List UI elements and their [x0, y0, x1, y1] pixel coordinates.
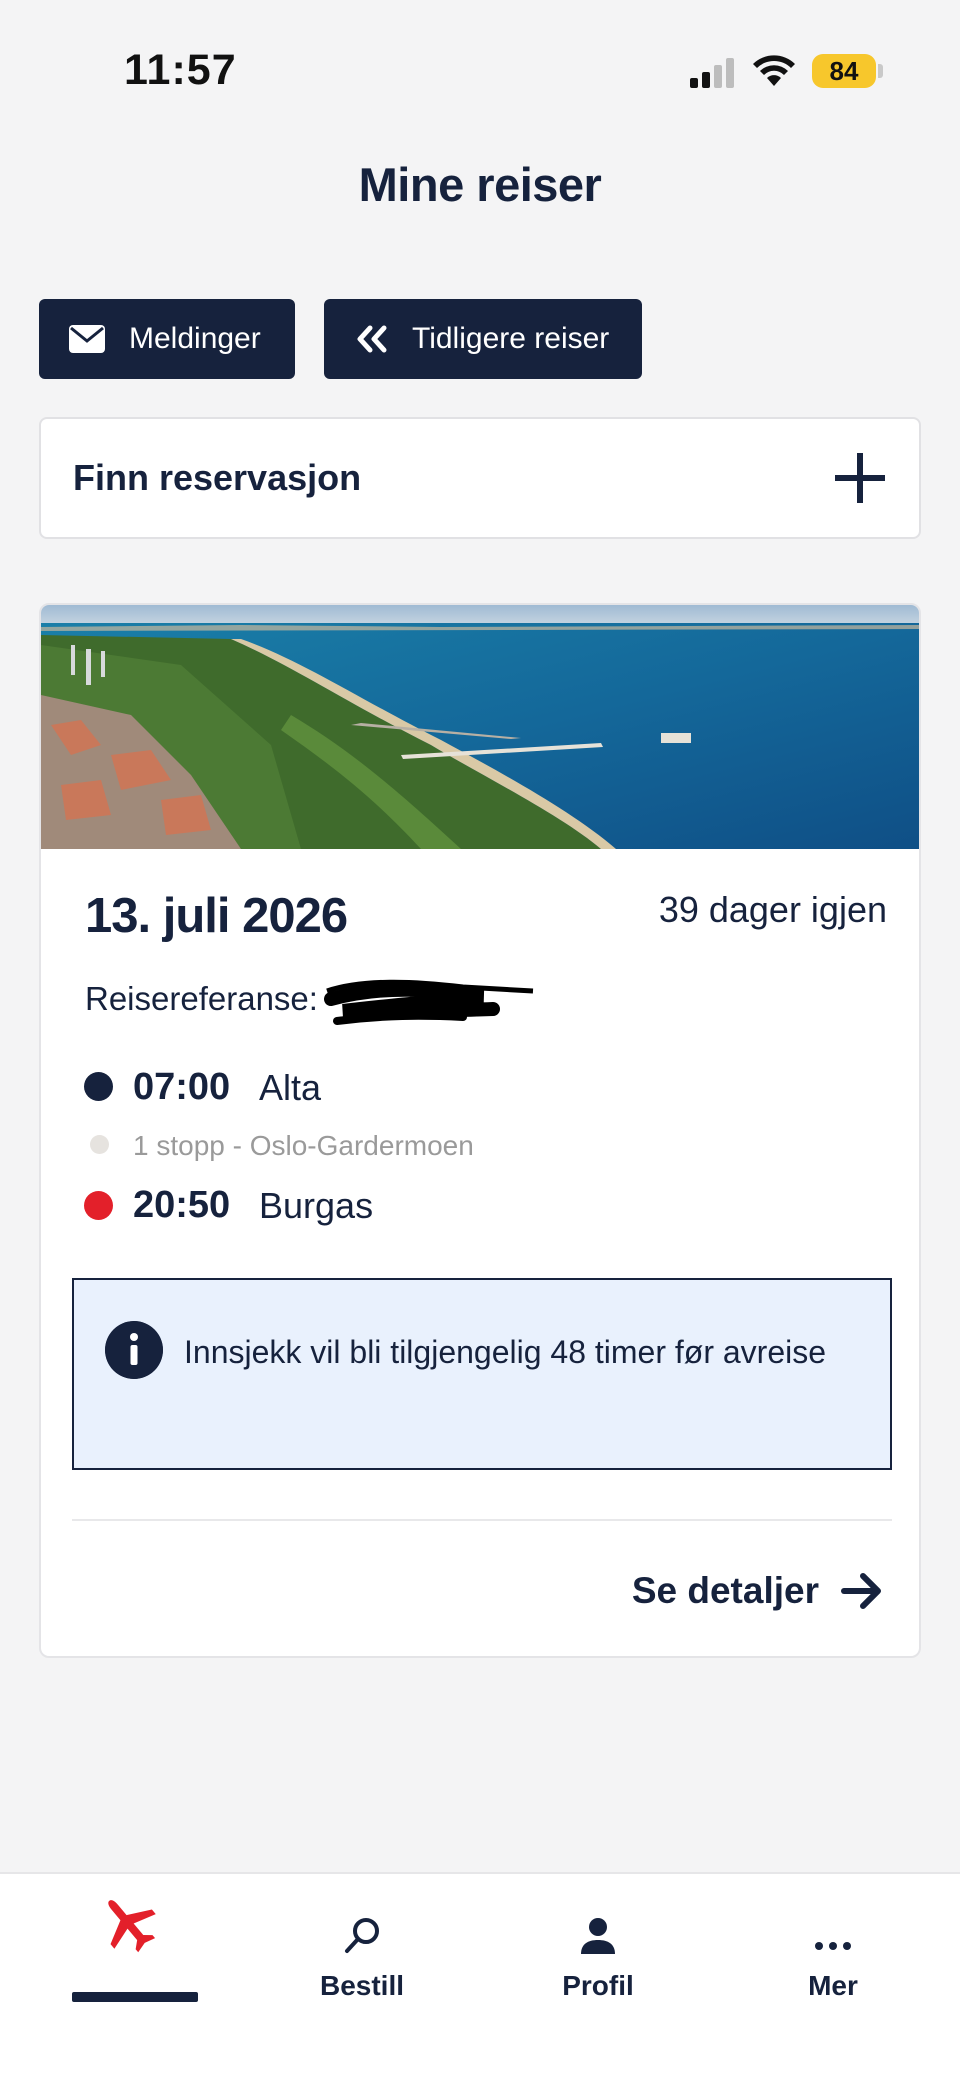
bottom-nav: Bestill Profil Mer: [0, 1872, 960, 2081]
nav-profile-label: Profil: [562, 1970, 634, 2001]
signal-icon: [690, 58, 734, 88]
nav-more-label: Mer: [808, 1970, 858, 2001]
see-details-label: Se detaljer: [631, 1570, 819, 1611]
arrival-place: Burgas: [259, 1185, 374, 1226]
checkin-info-box: Innsjekk vil bli tilgjengelig 48 timer f…: [72, 1278, 892, 1470]
airplane-icon: [108, 1900, 156, 1953]
messages-button[interactable]: Meldinger: [39, 299, 295, 379]
divider: [72, 1519, 892, 1521]
active-tab-indicator: [72, 1992, 198, 2002]
checkin-info-text: Innsjekk vil bli tilgjengelig 48 timer f…: [184, 1334, 827, 1370]
destination-image: [41, 605, 919, 849]
trip-card[interactable]: 13. juli 2026 39 dager igjen Reiserefera…: [39, 603, 921, 1658]
departure-dot: [84, 1072, 113, 1101]
double-chevron-left-icon: [357, 325, 387, 353]
page-header: Mine reiser: [0, 140, 960, 240]
see-details-button[interactable]: Se detaljer: [632, 1561, 883, 1621]
redacted-reference: [324, 979, 534, 1025]
envelope-icon: [69, 325, 105, 353]
find-reservation-label: Finn reservasjon: [73, 457, 362, 498]
departure-place: Alta: [259, 1067, 322, 1108]
info-icon: [105, 1321, 163, 1379]
status-time: 11:57: [124, 46, 237, 94]
nav-trips[interactable]: [8, 1874, 248, 2014]
search-icon: [345, 1918, 379, 1953]
nav-profile[interactable]: Profil: [478, 1874, 718, 2014]
arrival-time: 20:50: [133, 1184, 231, 1226]
stop-dot: [90, 1135, 109, 1154]
days-left: 39 dager igjen: [658, 889, 887, 930]
nav-book-label: Bestill: [319, 1970, 405, 2001]
battery-cap: [878, 64, 883, 78]
trip-date: 13. juli 2026: [85, 889, 348, 943]
more-icon: [815, 1942, 851, 1950]
arrival-dot: [84, 1191, 113, 1220]
stop-info: 1 stopp - Oslo-Gardermoen: [133, 1130, 474, 1161]
page-title: Mine reiser: [358, 158, 602, 211]
battery-level: 84: [829, 55, 859, 86]
wifi-icon: [753, 55, 795, 86]
nav-book[interactable]: Bestill: [242, 1874, 482, 2014]
departure-time: 07:00: [133, 1066, 231, 1108]
nav-more[interactable]: Mer: [713, 1874, 953, 2014]
person-icon: [581, 1918, 615, 1954]
status-bar: 11:57 84: [0, 0, 960, 140]
plus-icon[interactable]: [833, 451, 887, 505]
find-reservation-row[interactable]: Finn reservasjon: [39, 417, 921, 539]
messages-label: Meldinger: [129, 322, 261, 355]
previous-trips-button[interactable]: Tidligere reiser: [324, 299, 642, 379]
booking-reference-label: Reisereferanse:: [85, 980, 318, 1017]
battery-icon: 84: [812, 54, 876, 88]
arrow-right-icon: [841, 1573, 881, 1609]
previous-trips-label: Tidligere reiser: [412, 322, 610, 355]
